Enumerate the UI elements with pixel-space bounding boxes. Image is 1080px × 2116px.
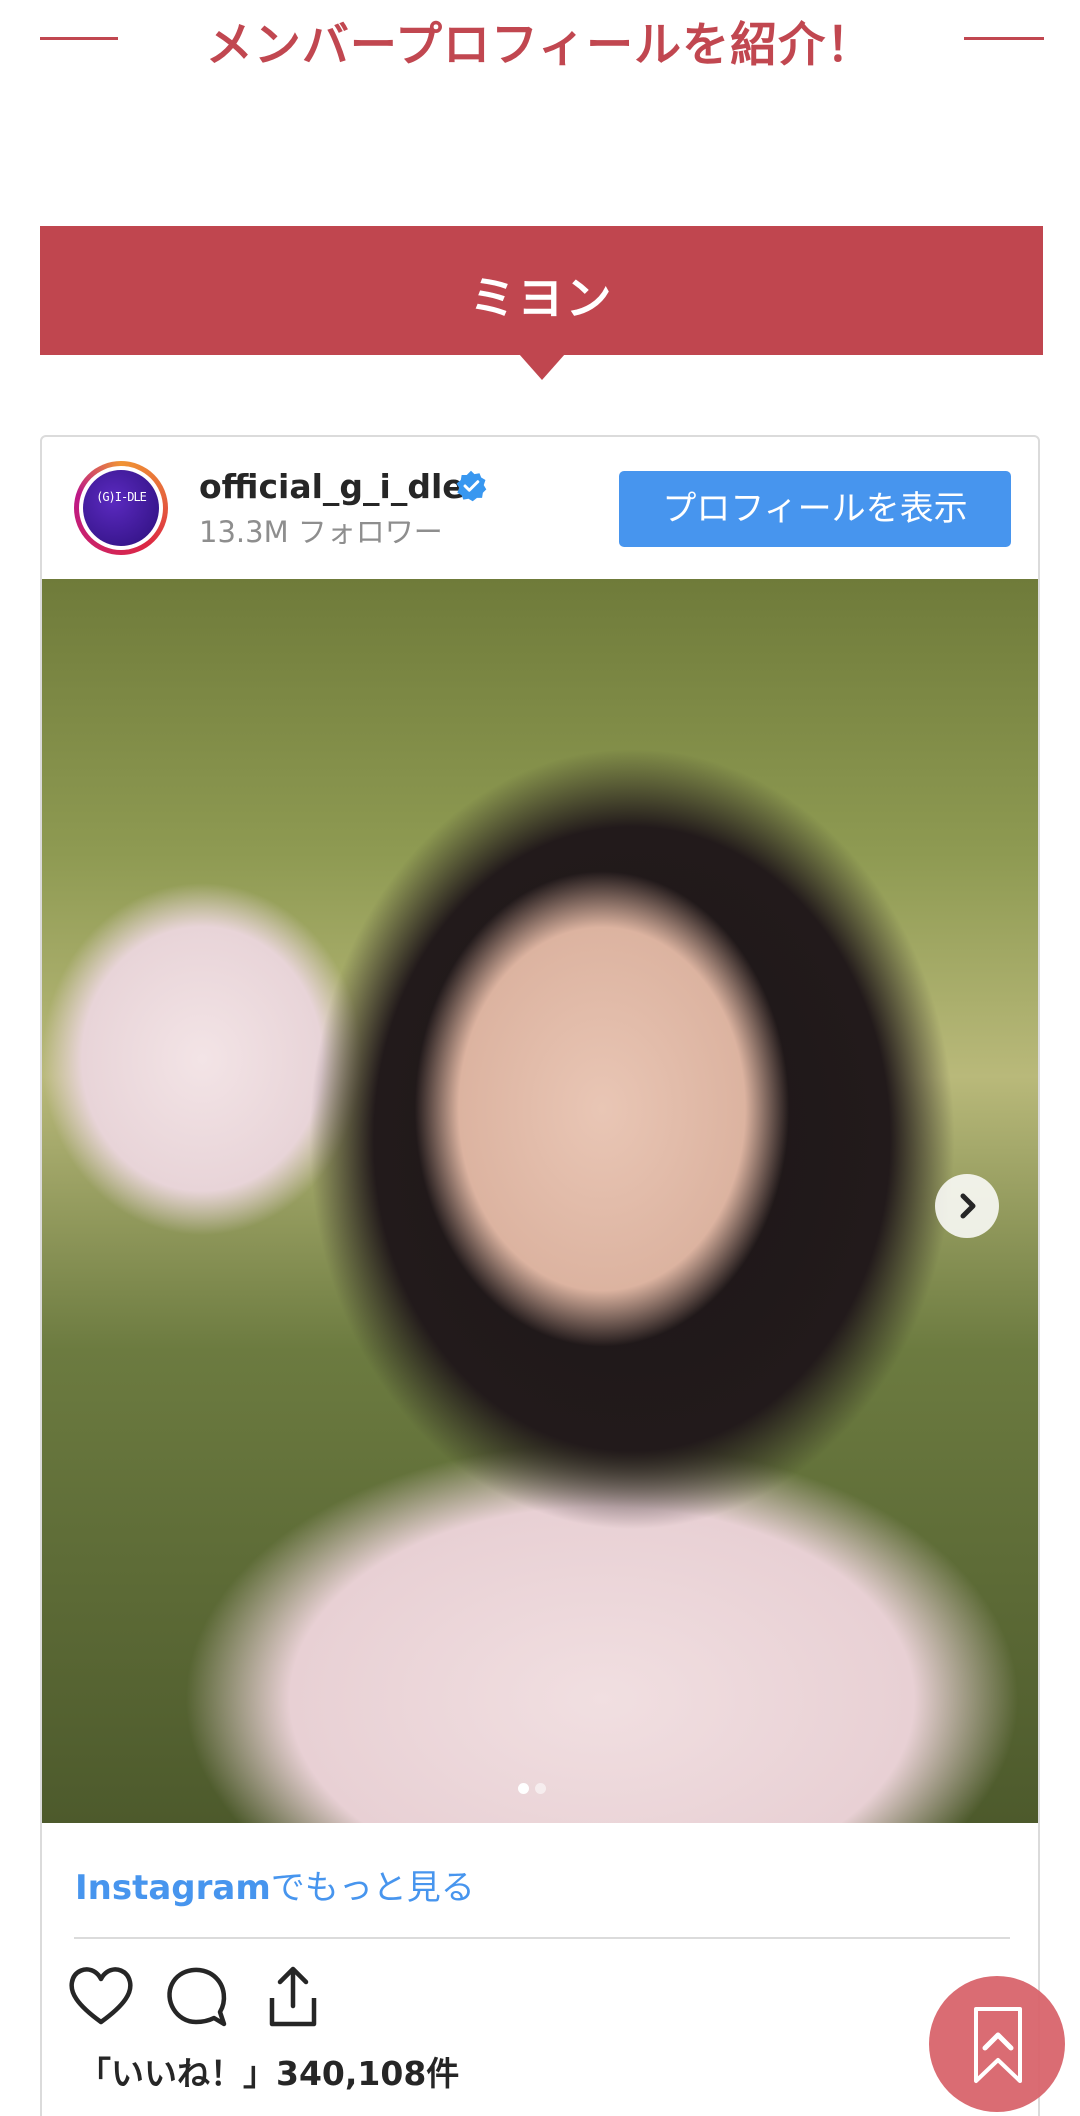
comment-icon	[167, 1967, 227, 2027]
like-count: 「いいね！」340,108件	[78, 2054, 460, 2093]
heading-rule-right	[964, 37, 1044, 40]
banner-pointer	[519, 354, 565, 380]
embed-header: (G)I-DLE official_g_i_dle 13.3M フォロワー プロ…	[42, 437, 1038, 579]
view-more-on-instagram-link[interactable]: Instagramでもっと見る	[75, 1860, 475, 1909]
view-profile-button[interactable]: プロフィールを表示	[619, 471, 1011, 547]
post-photo[interactable]	[42, 579, 1038, 1823]
back-to-top-button[interactable]	[929, 1976, 1065, 2112]
arrow-up-icon	[974, 2007, 1022, 2083]
member-name: ミヨン	[469, 271, 614, 325]
member-name-banner: ミヨン	[40, 226, 1043, 355]
carousel-indicator	[518, 1779, 552, 1798]
like-button[interactable]	[66, 1962, 136, 2032]
more-link-text: でもっと見る	[270, 1868, 475, 1908]
section-heading: メンバープロフィールを紹介！	[0, 0, 1080, 80]
section-heading-text: メンバープロフィールを紹介！	[205, 18, 875, 73]
carousel-dot	[535, 1783, 546, 1794]
carousel-next-button[interactable]	[935, 1174, 999, 1238]
divider	[74, 1937, 1010, 1939]
share-button[interactable]	[258, 1962, 328, 2032]
avatar-logo	[83, 470, 159, 546]
heart-icon	[69, 1967, 133, 2025]
avatar[interactable]: (G)I-DLE	[74, 461, 168, 555]
verified-badge-icon	[456, 470, 487, 502]
comment-button[interactable]	[162, 1962, 232, 2032]
chevron-right-icon	[960, 1193, 976, 1219]
account-username[interactable]: official_g_i_dle	[199, 467, 465, 506]
avatar-logo-text: (G)I-DLE	[96, 490, 147, 504]
carousel-dot	[518, 1783, 529, 1794]
instagram-embed: (G)I-DLE official_g_i_dle 13.3M フォロワー プロ…	[40, 435, 1040, 2116]
more-link-brand: Instagram	[75, 1868, 271, 1908]
share-icon	[269, 1966, 317, 2027]
follower-count: 13.3M フォロワー	[199, 515, 443, 549]
